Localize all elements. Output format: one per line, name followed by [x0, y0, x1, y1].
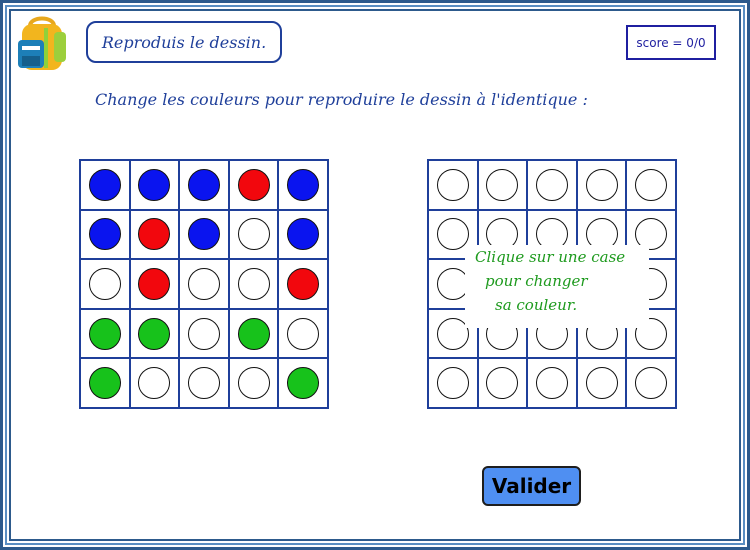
page-title: Reproduis le dessin.	[86, 21, 282, 63]
model-cell	[80, 209, 130, 260]
circle-green	[237, 317, 270, 350]
circle-white[interactable]	[535, 367, 568, 400]
circle-white[interactable]	[436, 317, 469, 350]
model-cell	[179, 259, 229, 309]
model-cell	[228, 209, 279, 260]
backpack-icon	[18, 16, 66, 70]
circle-green	[88, 317, 121, 350]
circle-white[interactable]	[585, 168, 618, 201]
circle-white	[287, 317, 320, 350]
model-cell	[278, 358, 328, 408]
hint-line-2: pour changer	[485, 272, 588, 290]
model-cell	[179, 358, 229, 408]
circle-white	[187, 267, 220, 300]
circle-white[interactable]	[436, 267, 469, 300]
circle-white	[138, 367, 171, 400]
circle-red	[237, 168, 270, 201]
circle-blue	[187, 168, 220, 201]
model-cell	[179, 308, 229, 359]
answer-cell[interactable]	[428, 358, 478, 408]
circle-white	[187, 317, 220, 350]
circle-white[interactable]	[535, 168, 568, 201]
model-cell	[80, 358, 130, 408]
circle-white	[237, 267, 270, 300]
instruction-text: Change les couleurs pour reproduire le d…	[95, 90, 588, 109]
circle-blue	[88, 218, 121, 251]
answer-cell[interactable]	[527, 358, 577, 408]
hint-tooltip: Clique sur une case pour changer sa coul…	[465, 245, 649, 328]
answer-cell[interactable]	[527, 160, 577, 210]
circle-white	[187, 367, 220, 400]
circle-green	[138, 317, 171, 350]
circle-white[interactable]	[635, 168, 668, 201]
model-cell	[179, 209, 229, 260]
circle-green	[287, 367, 320, 400]
answer-cell[interactable]	[477, 160, 528, 210]
model-cell	[228, 160, 279, 210]
model-cell	[80, 259, 130, 309]
circle-blue	[138, 168, 171, 201]
model-cell	[228, 358, 279, 408]
circle-green	[88, 367, 121, 400]
circle-red	[138, 218, 171, 251]
circle-blue	[287, 168, 320, 201]
hint-line-3: sa couleur.	[495, 296, 578, 314]
circle-red	[138, 267, 171, 300]
hint-line-1: Clique sur une case	[475, 248, 626, 266]
answer-cell[interactable]	[626, 358, 676, 408]
circle-white[interactable]	[486, 367, 519, 400]
answer-cell[interactable]	[576, 160, 627, 210]
model-cell	[228, 308, 279, 359]
model-cell	[179, 160, 229, 210]
validate-button[interactable]: Valider	[482, 466, 581, 506]
circle-white[interactable]	[486, 168, 519, 201]
circle-white	[88, 267, 121, 300]
model-cell	[129, 358, 180, 408]
answer-cell[interactable]	[626, 160, 676, 210]
model-cell	[228, 259, 279, 309]
circle-blue	[187, 218, 220, 251]
model-cell	[80, 160, 130, 210]
circle-white[interactable]	[585, 367, 618, 400]
model-cell	[278, 160, 328, 210]
circle-white[interactable]	[436, 218, 469, 251]
circle-blue	[88, 168, 121, 201]
model-cell	[278, 209, 328, 260]
model-cell	[278, 259, 328, 309]
circle-white[interactable]	[635, 367, 668, 400]
answer-cell[interactable]	[477, 358, 528, 408]
answer-cell[interactable]	[576, 358, 627, 408]
model-cell	[129, 259, 180, 309]
score-display: score = 0/0	[626, 25, 716, 60]
circle-white[interactable]	[436, 168, 469, 201]
circle-white[interactable]	[436, 367, 469, 400]
model-cell	[129, 308, 180, 359]
circle-white	[237, 218, 270, 251]
model-grid	[79, 159, 329, 409]
model-cell	[278, 308, 328, 359]
answer-cell[interactable]	[428, 160, 478, 210]
circle-red	[287, 267, 320, 300]
model-cell	[129, 209, 180, 260]
circle-white	[237, 367, 270, 400]
model-cell	[129, 160, 180, 210]
circle-blue	[287, 218, 320, 251]
model-cell	[80, 308, 130, 359]
